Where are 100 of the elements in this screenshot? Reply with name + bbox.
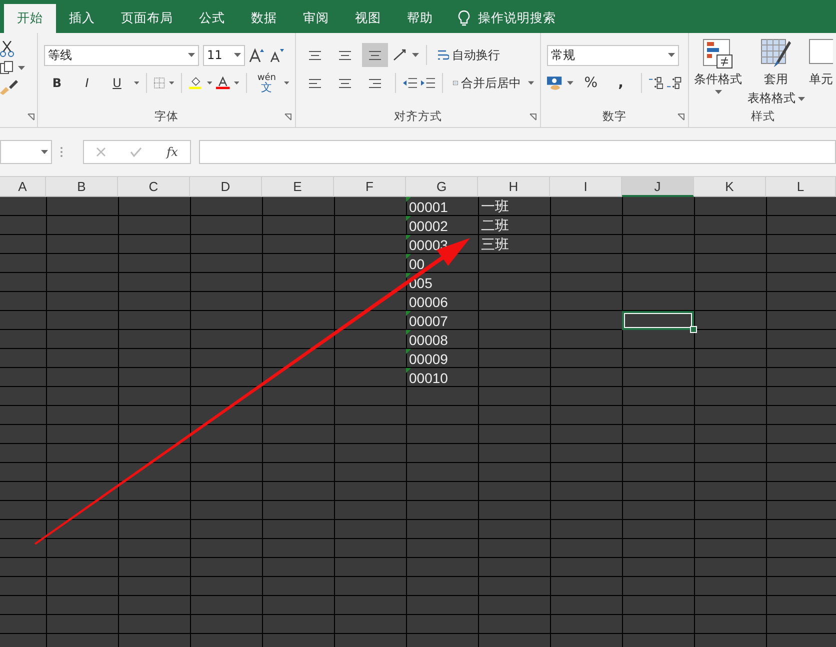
align-lines-icon [368,49,382,61]
error-indicator-icon [406,235,411,240]
table-cell[interactable]: 00009 [406,349,478,368]
tell-me-search[interactable]: 操作说明搜索 [478,10,556,27]
column-header[interactable]: G [406,177,478,197]
ribbon-tab[interactable]: 审阅 [290,4,342,33]
error-indicator-icon [406,254,411,259]
selected-cell[interactable] [622,311,694,330]
column-header[interactable]: A [0,177,46,197]
dialog-launcher-icon[interactable] [677,113,685,121]
increase-indent-icon[interactable] [420,77,436,89]
column-header[interactable]: H [478,177,550,197]
ribbon-tab[interactable]: 帮助 [394,4,446,33]
table-cell[interactable]: 一班 [478,197,550,216]
caret-icon [41,150,48,154]
wrap-icon [437,48,449,62]
percent-button[interactable]: % [578,71,604,95]
check-icon[interactable] [130,147,142,157]
group-label: 数字 [602,109,626,124]
dialog-launcher-icon[interactable] [529,113,537,121]
table-cell[interactable]: 00006 [406,292,478,311]
ribbon-tab[interactable]: 插入 [56,4,108,33]
column-header[interactable]: K [694,177,766,197]
grow-font-icon[interactable] [249,48,265,62]
column-header[interactable]: C [118,177,190,197]
caret-icon [668,53,675,57]
align-lines-icon [338,49,352,61]
merge-center-button[interactable]: 合并后居中 [450,71,524,95]
error-indicator-icon [406,311,411,316]
font-name-field[interactable]: 等线 [44,44,199,66]
lightbulb-icon [458,10,470,27]
format-as-table-button[interactable]: 套用 表格格式 [747,39,805,107]
bottom-align-button[interactable] [362,43,388,67]
scissors-icon[interactable] [0,41,14,57]
column-header[interactable]: D [190,177,262,197]
comma-button[interactable]: , [608,71,634,95]
copy-icon[interactable] [0,61,14,75]
caret-icon [134,81,140,85]
ribbon-tab[interactable]: 数据 [238,4,290,33]
table-cell[interactable]: 00002 [406,216,478,235]
error-indicator-icon [406,197,411,202]
grip-icon [60,146,63,158]
caret-icon [412,53,419,57]
error-indicator-icon [406,330,411,335]
align-lines-icon [368,77,382,89]
caret-icon [18,66,25,70]
conditional-format-icon [703,39,734,69]
bold-button[interactable]: B [44,71,70,95]
fill-color-icon[interactable] [188,75,203,91]
font-size-field[interactable]: 11 [203,44,245,66]
cell-styles-button[interactable]: 单元 [808,39,834,107]
group-label: 字体 [154,109,178,124]
borders-icon[interactable] [154,76,165,90]
caret-icon [188,53,195,57]
increase-decimal-icon[interactable] [648,76,664,90]
dialog-launcher-icon[interactable] [27,113,35,121]
shrink-font-icon[interactable] [269,48,285,62]
underline-button[interactable]: U [104,71,130,95]
ribbon-tab[interactable]: 页面布局 [108,4,186,33]
caret-icon [234,53,241,57]
align-lines-icon [308,77,322,89]
formula-input[interactable] [199,140,836,164]
ribbon-tab[interactable]: 公式 [186,4,238,33]
column-header[interactable]: E [262,177,334,197]
column-header[interactable]: B [46,177,118,197]
currency-icon[interactable] [547,75,564,91]
font-color-icon[interactable] [216,75,230,91]
caret-icon [798,96,805,100]
caret-icon [714,90,722,94]
table-cell[interactable]: 二班 [478,216,550,235]
column-header[interactable]: I [550,177,622,197]
table-cell[interactable]: 00 [406,254,478,273]
dialog-launcher-icon[interactable] [284,113,292,121]
phonetic-button[interactable]: wén 文 [254,71,280,95]
wrap-text-button[interactable]: 自动换行 [434,43,503,67]
decrease-decimal-icon[interactable] [667,76,682,90]
table-cell[interactable]: 00007 [406,311,478,330]
column-header[interactable]: F [334,177,406,197]
group-label: 对齐方式 [394,109,442,124]
insert-function-button[interactable]: fx [166,145,178,159]
fill-handle[interactable] [690,326,697,333]
caret-icon [567,81,574,85]
conditional-format-button[interactable]: 条件格式 [693,39,744,107]
decrease-indent-icon[interactable] [402,77,417,89]
caret-icon [234,81,239,85]
align-lines-icon [308,49,322,61]
italic-button[interactable]: I [74,71,100,95]
orientation-icon[interactable] [392,48,408,62]
ribbon-tab[interactable]: 视图 [342,4,394,33]
caret-icon [284,81,289,85]
table-cell[interactable]: 00008 [406,330,478,349]
table-cell[interactable]: 00010 [406,368,478,387]
ribbon-tab[interactable]: 开始 [4,4,56,33]
table-cell[interactable]: 三班 [478,235,550,254]
table-cell[interactable]: 00001 [406,197,478,216]
number-format-field[interactable]: 常规 [547,44,679,66]
column-header[interactable]: L [766,177,836,197]
caret-icon [206,81,212,85]
brush-icon[interactable] [0,79,18,95]
column-header[interactable]: J [622,177,694,197]
